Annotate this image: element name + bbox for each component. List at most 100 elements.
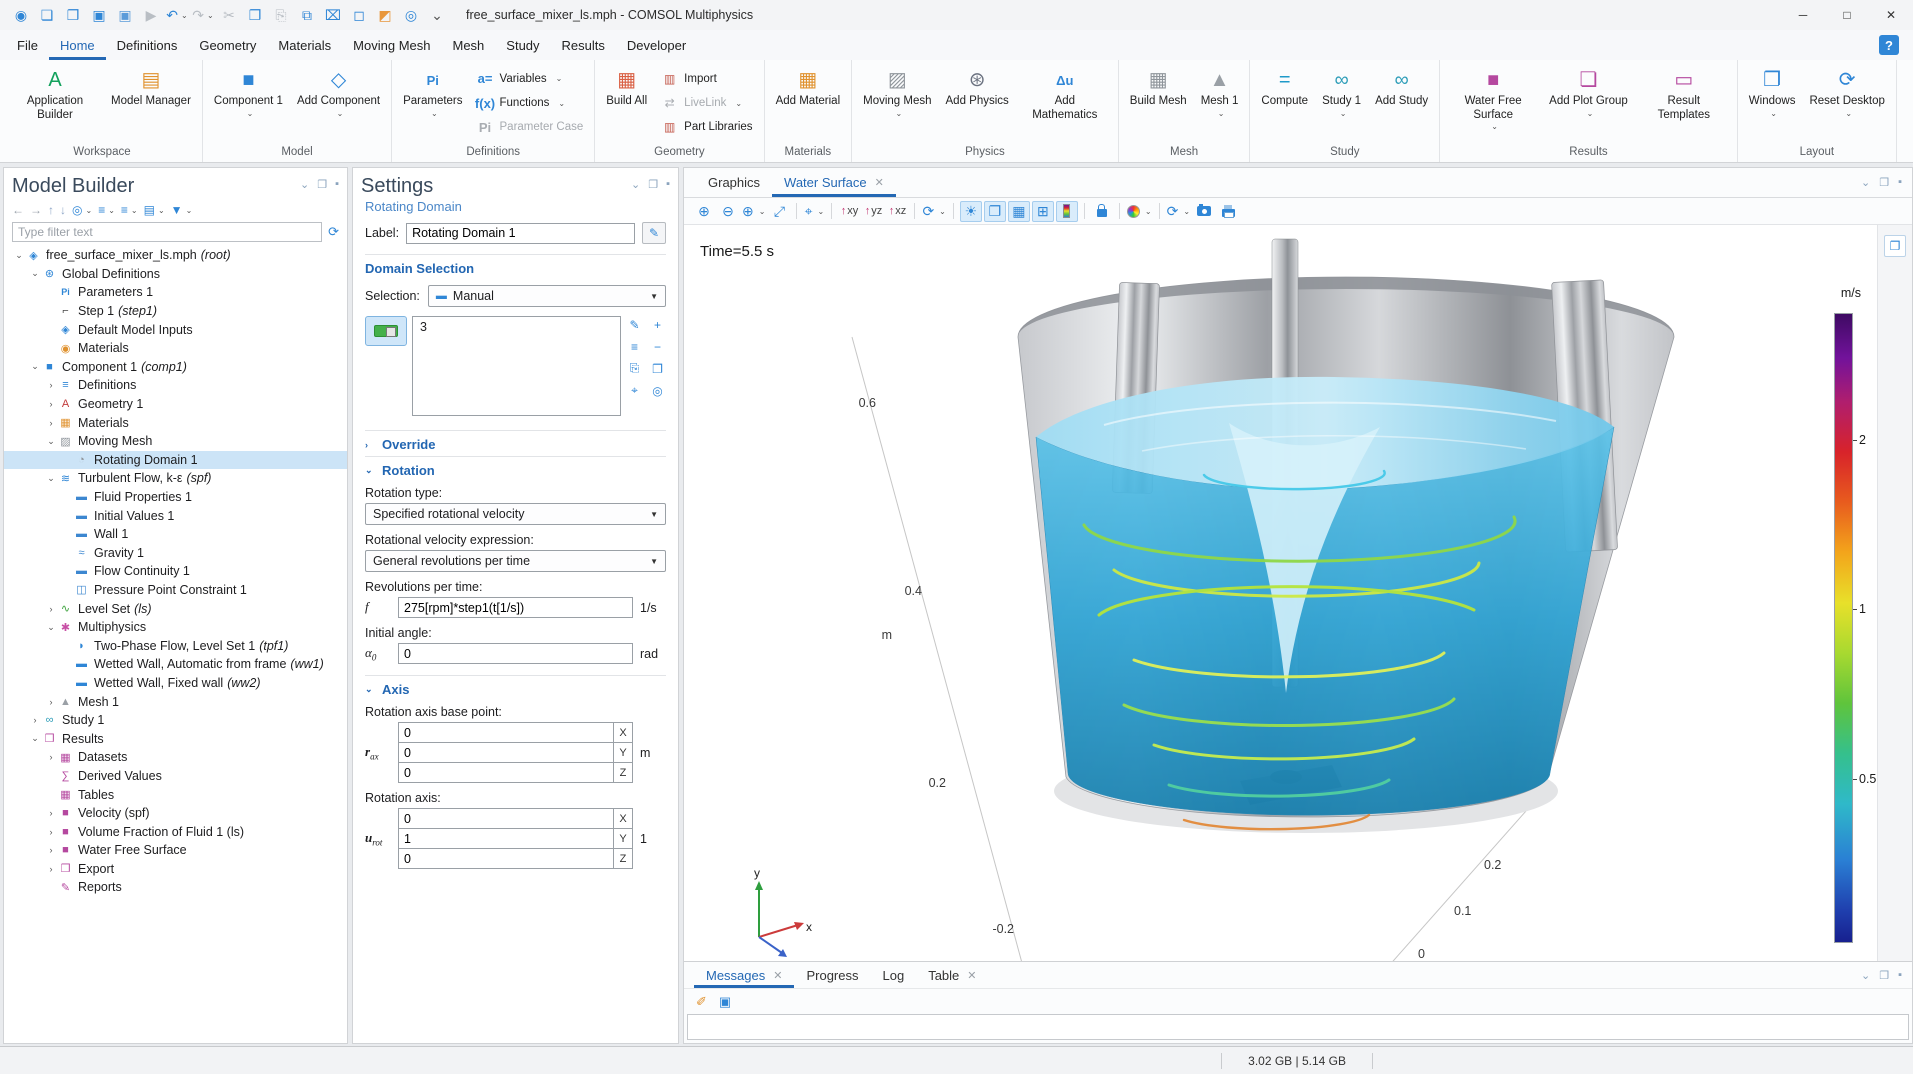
tree-node[interactable]: ✎Reports bbox=[4, 878, 347, 897]
pin-panel-icon[interactable]: ▪ bbox=[335, 178, 339, 191]
revolutions-input[interactable] bbox=[398, 597, 633, 618]
active-toggle-button[interactable] bbox=[365, 316, 407, 346]
add-study-button[interactable]: ∞Add Study bbox=[1369, 63, 1434, 143]
redo-button[interactable]: ↷⌄ bbox=[190, 2, 216, 28]
view-yz-button[interactable]: ↑yz bbox=[862, 201, 884, 222]
view-xy-button[interactable]: ↑xy bbox=[838, 201, 860, 222]
comsol-logo-button[interactable]: ◉ bbox=[8, 2, 34, 28]
show-axis-orientation-button[interactable]: ⊞ bbox=[1032, 201, 1054, 222]
tab-graphics[interactable]: Graphics bbox=[696, 168, 772, 197]
tree-node[interactable]: ›▦Materials bbox=[4, 413, 347, 432]
tree-node[interactable]: PiParameters 1 bbox=[4, 283, 347, 302]
show-button[interactable]: ◎⌄ bbox=[72, 203, 92, 217]
environment-reflections-button[interactable]: ❐ bbox=[984, 201, 1006, 222]
build-all-button[interactable]: ▦Build All bbox=[600, 63, 653, 143]
highlight-selection-button[interactable]: ⌖ bbox=[626, 382, 643, 399]
functions-button[interactable]: f(x)Functions⌄ bbox=[473, 95, 588, 112]
menu-definitions[interactable]: Definitions bbox=[106, 30, 189, 60]
menu-file[interactable]: File bbox=[6, 30, 49, 60]
pin-panel-icon[interactable]: ▪ bbox=[666, 178, 670, 191]
base-point-z-input[interactable] bbox=[399, 763, 613, 782]
tree-node[interactable]: ›▲Mesh 1 bbox=[4, 692, 347, 711]
menu-mesh[interactable]: Mesh bbox=[441, 30, 495, 60]
tree-node[interactable]: ⌄◈free_surface_mixer_ls.mph(root) bbox=[4, 246, 347, 265]
maximize-button[interactable]: □ bbox=[1825, 0, 1869, 30]
toolbar-overflow-button[interactable]: ⌄ bbox=[424, 2, 450, 28]
compute-button[interactable]: =Compute bbox=[1255, 63, 1314, 143]
selection-list-button[interactable]: ≡ bbox=[626, 338, 643, 355]
lock-view-button[interactable] bbox=[1091, 201, 1113, 222]
tree-node[interactable]: ⌄⊛Global Definitions bbox=[4, 265, 347, 284]
add-component-button[interactable]: ◇Add Component⌄ bbox=[291, 63, 386, 143]
tree-node[interactable]: ◔Rotating Domain 1 bbox=[4, 451, 347, 470]
float-panel-icon[interactable]: ❐ bbox=[648, 178, 658, 191]
tree-node[interactable]: ⌄❒Results bbox=[4, 729, 347, 748]
zoom-in-button[interactable]: ⊕ bbox=[693, 201, 715, 222]
windows-button[interactable]: ❐Windows⌄ bbox=[1743, 63, 1802, 143]
copy-button[interactable]: ❐ bbox=[242, 2, 268, 28]
view-xz-button[interactable]: ↑xz bbox=[886, 201, 908, 222]
tree-node[interactable]: ▬Flow Continuity 1 bbox=[4, 562, 347, 581]
tree-node[interactable]: ›■Volume Fraction of Fluid 1 (ls) bbox=[4, 822, 347, 841]
tab-progress[interactable]: Progress bbox=[794, 962, 870, 988]
update-plot-button[interactable]: ⟳⌄ bbox=[1166, 201, 1191, 222]
close-icon[interactable]: ✕ bbox=[773, 969, 782, 982]
float-panel-icon[interactable]: ❐ bbox=[1879, 969, 1889, 982]
go-back-button[interactable]: ← bbox=[12, 203, 24, 217]
tree-node[interactable]: ◈Default Model Inputs bbox=[4, 320, 347, 339]
tree-node[interactable]: ⌄■Component 1(comp1) bbox=[4, 358, 347, 377]
tab-table[interactable]: Table✕ bbox=[916, 962, 988, 988]
copy-selection-button[interactable]: ❐ bbox=[649, 360, 666, 377]
zoom-to-selection-button[interactable]: ◎ bbox=[649, 382, 666, 399]
add-material-button[interactable]: ▦Add Material bbox=[770, 63, 847, 143]
save-as-button[interactable]: ▣ bbox=[112, 2, 138, 28]
open-file-button[interactable]: ❐ bbox=[60, 2, 86, 28]
collapsed-panel-tab[interactable]: ❐ bbox=[1884, 235, 1906, 257]
show-grid-button[interactable]: ▦ bbox=[1008, 201, 1030, 222]
paste-selection-button[interactable]: ⎘ bbox=[626, 360, 643, 377]
save-button[interactable]: ▣ bbox=[86, 2, 112, 28]
collapse-panel-icon[interactable]: ⌄ bbox=[631, 178, 640, 191]
undo-button[interactable]: ↶⌄ bbox=[164, 2, 190, 28]
close-button[interactable]: ✕ bbox=[1869, 0, 1913, 30]
base-point-y-input[interactable] bbox=[399, 743, 613, 762]
menu-results[interactable]: Results bbox=[551, 30, 616, 60]
close-icon[interactable]: ✕ bbox=[967, 969, 976, 982]
tree-node[interactable]: ⌐Step 1(step1) bbox=[4, 302, 347, 321]
zoom-selection-button[interactable]: ◻ bbox=[346, 2, 372, 28]
tree-node[interactable]: ›■Velocity (spf) bbox=[4, 804, 347, 823]
remove-from-selection-button[interactable]: − bbox=[649, 338, 666, 355]
pin-panel-icon[interactable]: ▪ bbox=[1898, 176, 1902, 189]
menu-moving-mesh[interactable]: Moving Mesh bbox=[342, 30, 441, 60]
tree-node[interactable]: ›∿Level Set(ls) bbox=[4, 599, 347, 618]
part-libraries-button[interactable]: ▥Part Libraries bbox=[657, 119, 756, 135]
tree-node[interactable]: ▦Tables bbox=[4, 785, 347, 804]
collapse-button[interactable]: ≡⌄ bbox=[121, 203, 138, 217]
pin-panel-icon[interactable]: ▪ bbox=[1898, 969, 1902, 982]
tree-node[interactable]: ▬Fluid Properties 1 bbox=[4, 488, 347, 507]
tree-node[interactable]: ▬Wall 1 bbox=[4, 525, 347, 544]
clear-selection-button[interactable]: ◩ bbox=[372, 2, 398, 28]
print-button[interactable] bbox=[1217, 201, 1239, 222]
import-button[interactable]: ▥Import bbox=[657, 71, 756, 87]
create-selection-button[interactable]: ✎ bbox=[626, 316, 643, 333]
chevron-down-icon[interactable]: ⌄ bbox=[365, 684, 375, 695]
tree-node[interactable]: ∑Derived Values bbox=[4, 767, 347, 786]
minimize-button[interactable]: ─ bbox=[1781, 0, 1825, 30]
velocity-expression-dropdown[interactable]: General revolutions per time▼ bbox=[365, 550, 666, 572]
reset-desktop-button[interactable]: ⟳Reset Desktop⌄ bbox=[1803, 63, 1890, 143]
tree-node[interactable]: ▬Wetted Wall, Fixed wall(ww2) bbox=[4, 674, 347, 693]
collapse-panel-icon[interactable]: ⌄ bbox=[1861, 969, 1870, 982]
graphics-3d-scene[interactable]: 0.6 0.4 m 0.2 -0.2 0.2 0.1 0 bbox=[684, 225, 1877, 961]
move-up-button[interactable]: ↑ bbox=[48, 203, 54, 217]
tree-node[interactable]: ◗Two-Phase Flow, Level Set 1(tpf1) bbox=[4, 636, 347, 655]
tree-node[interactable]: ›≡Definitions bbox=[4, 376, 347, 395]
go-to-default-view-button[interactable]: ⌖⌄ bbox=[803, 201, 825, 222]
graphics-canvas[interactable]: Time=5.5 s bbox=[684, 225, 1877, 961]
tree-node[interactable]: ›❒Export bbox=[4, 860, 347, 879]
collapse-panel-icon[interactable]: ⌄ bbox=[300, 178, 309, 191]
mesh-button[interactable]: ▲Mesh 1⌄ bbox=[1195, 63, 1245, 143]
tree-node[interactable]: ⌄≋Turbulent Flow, k-ε(spf) bbox=[4, 469, 347, 488]
zoom-box-button[interactable]: ⊕⌄ bbox=[741, 201, 766, 222]
menu-geometry[interactable]: Geometry bbox=[188, 30, 267, 60]
